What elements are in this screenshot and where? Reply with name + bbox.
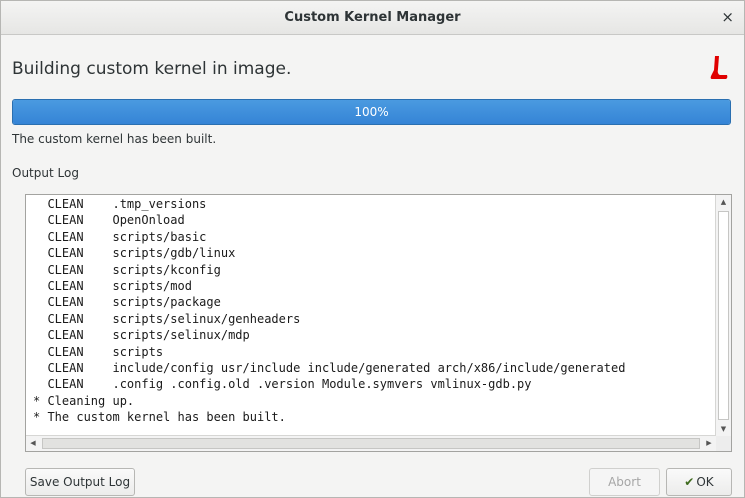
- redhat-logo-icon: [710, 56, 728, 79]
- log-horizontal-scrollbar[interactable]: ◀ ▶: [26, 435, 716, 451]
- log-line: CLEAN include/config usr/include include…: [33, 361, 626, 376]
- output-log-label: Output Log: [12, 166, 79, 180]
- progress-percent-label: 100%: [354, 105, 389, 119]
- log-line: CLEAN scripts: [33, 344, 164, 359]
- scroll-right-arrow-icon[interactable]: ▶: [702, 436, 716, 451]
- output-log-textview[interactable]: CLEAN .tmp_versions CLEAN OpenOnload CLE…: [25, 194, 732, 452]
- log-line: CLEAN scripts/gdb/linux: [33, 246, 236, 261]
- log-line: CLEAN scripts/selinux/genheaders: [33, 311, 301, 326]
- log-line: CLEAN scripts/mod: [33, 279, 192, 294]
- abort-button[interactable]: Abort: [589, 468, 660, 496]
- save-output-log-button[interactable]: Save Output Log: [25, 468, 135, 496]
- status-text: The custom kernel has been built.: [12, 132, 217, 146]
- log-line: CLEAN scripts/selinux/mdp: [33, 328, 250, 343]
- ok-button-label: OK: [696, 475, 714, 489]
- title-bar: Custom Kernel Manager ×: [1, 1, 744, 35]
- close-icon[interactable]: ×: [721, 1, 734, 34]
- dialog-content: Building custom kernel in image. 100% Th…: [1, 35, 744, 497]
- vertical-scroll-thumb[interactable]: [718, 211, 729, 420]
- log-line: CLEAN .tmp_versions: [33, 197, 207, 211]
- log-line: * The custom kernel has been built.: [33, 410, 286, 425]
- build-progress-bar: 100%: [12, 99, 731, 125]
- log-line: CLEAN .config .config.old .version Modul…: [33, 377, 532, 392]
- custom-kernel-manager-window: Custom Kernel Manager × Building custom …: [0, 0, 745, 498]
- log-line: CLEAN scripts/kconfig: [33, 262, 221, 277]
- window-title: Custom Kernel Manager: [284, 10, 461, 25]
- scroll-left-arrow-icon[interactable]: ◀: [26, 436, 40, 451]
- scroll-up-arrow-icon[interactable]: ▲: [716, 195, 731, 209]
- scroll-down-arrow-icon[interactable]: ▼: [716, 422, 731, 436]
- log-line: CLEAN scripts/basic: [33, 229, 207, 244]
- horizontal-scroll-thumb[interactable]: [42, 438, 700, 449]
- log-vertical-scrollbar[interactable]: ▲ ▼: [715, 195, 731, 436]
- log-line: CLEAN scripts/package: [33, 295, 221, 310]
- checkmark-icon: ✔: [684, 475, 695, 489]
- scroll-corner: [716, 436, 731, 451]
- page-title: Building custom kernel in image.: [12, 59, 292, 79]
- log-line: CLEAN OpenOnload: [33, 213, 185, 228]
- output-log-text[interactable]: CLEAN .tmp_versions CLEAN OpenOnload CLE…: [33, 196, 714, 434]
- log-line: * Cleaning up.: [33, 393, 135, 408]
- ok-button[interactable]: ✔ OK: [666, 468, 732, 496]
